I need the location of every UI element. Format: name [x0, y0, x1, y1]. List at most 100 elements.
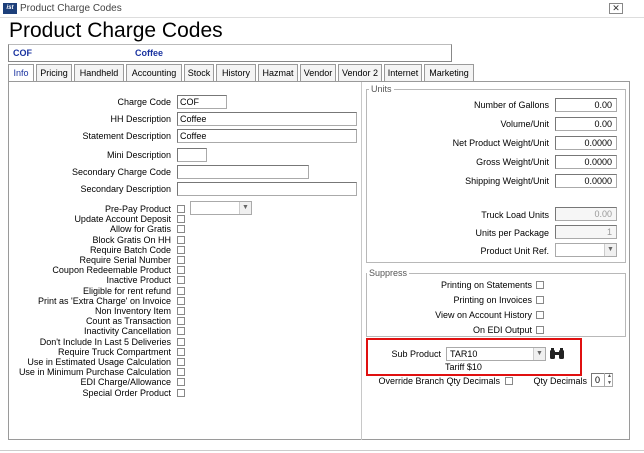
units-field-label: Shipping Weight/Unit	[465, 176, 549, 186]
page-title: Product Charge Codes	[9, 19, 223, 42]
flag-checkbox[interactable]	[177, 337, 185, 346]
flag-checkbox[interactable]	[177, 358, 185, 366]
column-divider	[361, 82, 362, 440]
window-titlebar: ist Product Charge Codes ✕	[0, 0, 644, 18]
secondary-charge-code-label: Secondary Charge Code	[71, 167, 171, 177]
flag-checkbox[interactable]	[177, 296, 185, 305]
mini-description-input[interactable]	[177, 148, 207, 162]
suppress-item-checkbox[interactable]	[536, 281, 544, 289]
annotation-highlight-box	[366, 338, 582, 376]
flag-checkbox[interactable]	[177, 245, 185, 254]
truck-load-units-label: Truck Load Units	[481, 210, 549, 220]
flag-checkbox[interactable]	[177, 266, 185, 275]
flag-label: Require Batch Code	[89, 244, 171, 255]
flag-checkbox[interactable]	[177, 256, 185, 264]
charge-code-input[interactable]: COF	[177, 95, 227, 109]
product-unit-ref-dropdown[interactable]: ▼	[555, 243, 617, 257]
flag-checkbox[interactable]	[177, 368, 185, 377]
tab-hazmat[interactable]: Hazmat	[258, 64, 298, 82]
close-button[interactable]: ✕	[609, 3, 623, 14]
units-field-input[interactable]: 0.0000	[555, 174, 617, 188]
flag-checkbox[interactable]	[177, 215, 185, 224]
flag-checkbox[interactable]	[177, 276, 185, 285]
product-unit-ref-label: Product Unit Ref.	[480, 246, 549, 256]
units-group-title: Units	[369, 84, 394, 94]
charge-code-label: Charge Code	[117, 97, 171, 107]
flag-checkbox[interactable]	[177, 307, 185, 315]
flag-label: Don't Include In Last 5 Deliveries	[39, 336, 171, 347]
tab-internet[interactable]: Internet	[384, 64, 422, 82]
suppress-item-checkbox[interactable]	[536, 296, 544, 304]
flag-label: EDI Charge/Allowance	[80, 377, 171, 388]
flag-checkbox[interactable]	[177, 225, 185, 234]
override-branch-qty-checkbox[interactable]	[505, 377, 513, 385]
flag-label: Use in Minimum Purchase Calculation	[18, 367, 171, 378]
flag-label: Count as Transaction	[85, 316, 171, 327]
units-field-input[interactable]: 0.00	[555, 98, 617, 112]
tab-handheld[interactable]: Handheld	[74, 64, 124, 82]
prepay-dropdown[interactable]: ▼	[190, 201, 252, 215]
flag-label: Non Inventory Item	[94, 306, 171, 316]
qty-decimals-spinner[interactable]: ▲ ▼	[604, 373, 614, 387]
units-field-label: Volume/Unit	[500, 119, 549, 129]
flag-label: Print as 'Extra Charge' on Invoice	[37, 295, 171, 306]
units-per-package-input[interactable]: 1	[555, 225, 617, 239]
flag-checkbox[interactable]	[177, 235, 185, 244]
qty-decimals-label: Qty Decimals	[533, 376, 587, 386]
units-field-label: Number of Gallons	[473, 100, 549, 110]
flag-label: Block Gratis On HH	[92, 234, 171, 245]
statement-description-input[interactable]: Coffee	[177, 129, 357, 143]
flag-checkbox[interactable]	[177, 347, 185, 356]
suppress-item-label: Printing on Statements	[440, 280, 532, 290]
flag-label: Update Account Deposit	[74, 214, 171, 225]
app-logo-icon: ist	[3, 3, 17, 14]
override-branch-qty-label: Override Branch Qty Decimals	[378, 376, 500, 386]
suppress-item-label: On EDI Output	[472, 325, 532, 335]
flag-label: Require Truck Compartment	[57, 346, 171, 357]
flag-checkbox[interactable]	[177, 317, 185, 326]
flag-checkbox[interactable]	[177, 388, 185, 397]
truck-load-units-input[interactable]: 0.00	[555, 207, 617, 221]
units-field-input[interactable]: 0.0000	[555, 136, 617, 150]
flag-checkbox[interactable]	[177, 205, 185, 213]
suppress-item-label: Printing on Invoices	[453, 295, 532, 305]
flag-checkbox[interactable]	[177, 327, 185, 336]
tab-pricing[interactable]: Pricing	[36, 64, 72, 82]
units-field-label: Gross Weight/Unit	[476, 157, 549, 167]
suppress-item-checkbox[interactable]	[536, 326, 544, 334]
info-panel: Charge Code COF HH Description Coffee St…	[8, 81, 630, 440]
flag-label: Use in Estimated Usage Calculation	[27, 357, 171, 367]
units-field-input[interactable]: 0.0000	[555, 155, 617, 169]
secondary-charge-code-input[interactable]	[177, 165, 309, 179]
flag-label: Require Serial Number	[79, 255, 171, 265]
tab-stock[interactable]: Stock	[184, 64, 214, 82]
flag-checkbox[interactable]	[177, 286, 185, 295]
units-per-package-label: Units per Package	[475, 228, 549, 238]
units-field-label: Net Product Weight/Unit	[452, 138, 549, 148]
tab-history[interactable]: History	[216, 64, 256, 82]
chevron-down-icon: ▼	[604, 244, 616, 256]
tab-vendor[interactable]: Vendor	[300, 64, 336, 82]
record-header-bar: COF Coffee	[8, 44, 452, 62]
secondary-description-input[interactable]	[177, 182, 357, 196]
suppress-item-label: View on Account History	[435, 310, 532, 320]
flag-checkbox[interactable]	[177, 378, 185, 387]
hh-description-label: HH Description	[110, 114, 171, 124]
record-description: Coffee	[135, 48, 164, 58]
window-title: Product Charge Codes	[20, 3, 122, 14]
suppress-group-title: Suppress	[367, 268, 410, 278]
mini-description-label: Mini Description	[106, 150, 171, 160]
tab-vendor-2[interactable]: Vendor 2	[338, 64, 382, 82]
hh-description-input[interactable]: Coffee	[177, 112, 357, 126]
tab-marketing[interactable]: Marketing	[424, 64, 474, 82]
flag-label: Eligible for rent refund	[82, 285, 171, 296]
suppress-item-checkbox[interactable]	[536, 311, 544, 319]
tab-accounting[interactable]: Accounting	[126, 64, 182, 82]
chevron-down-icon: ▼	[239, 202, 251, 214]
flag-label: Pre-Pay Product	[104, 204, 171, 214]
units-field-input[interactable]: 0.00	[555, 117, 617, 131]
flag-label: Allow for Gratis	[109, 224, 171, 235]
statement-description-label: Statement Description	[82, 131, 171, 141]
secondary-description-label: Secondary Description	[80, 184, 171, 194]
flag-label: Special Order Product	[82, 387, 171, 398]
